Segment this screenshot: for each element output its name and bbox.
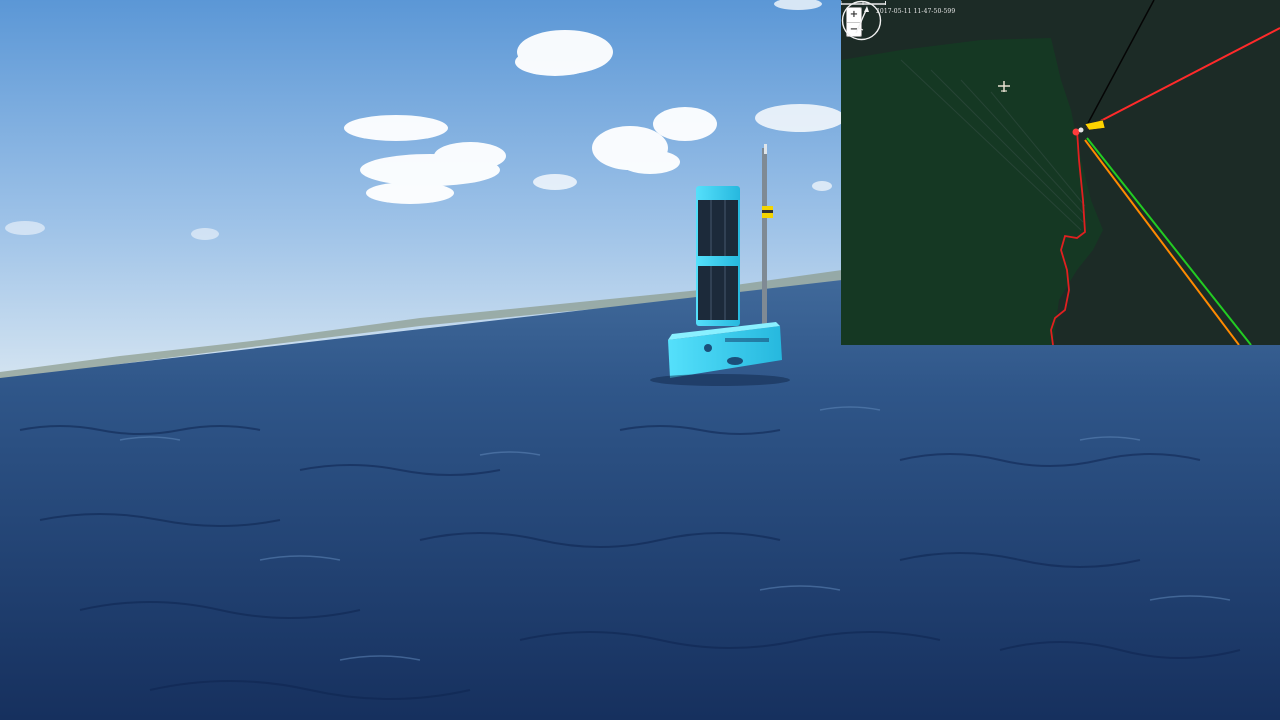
north-arrow-icon[interactable] (841, 0, 882, 41)
scale-bar (841, 1, 886, 5)
navigation-map[interactable]: + − 2017-05-11 11-47-50-599 (841, 0, 1280, 345)
map-canvas[interactable] (841, 0, 1280, 345)
map-timestamp: 2017-05-11 11-47-50-599 (876, 8, 956, 15)
